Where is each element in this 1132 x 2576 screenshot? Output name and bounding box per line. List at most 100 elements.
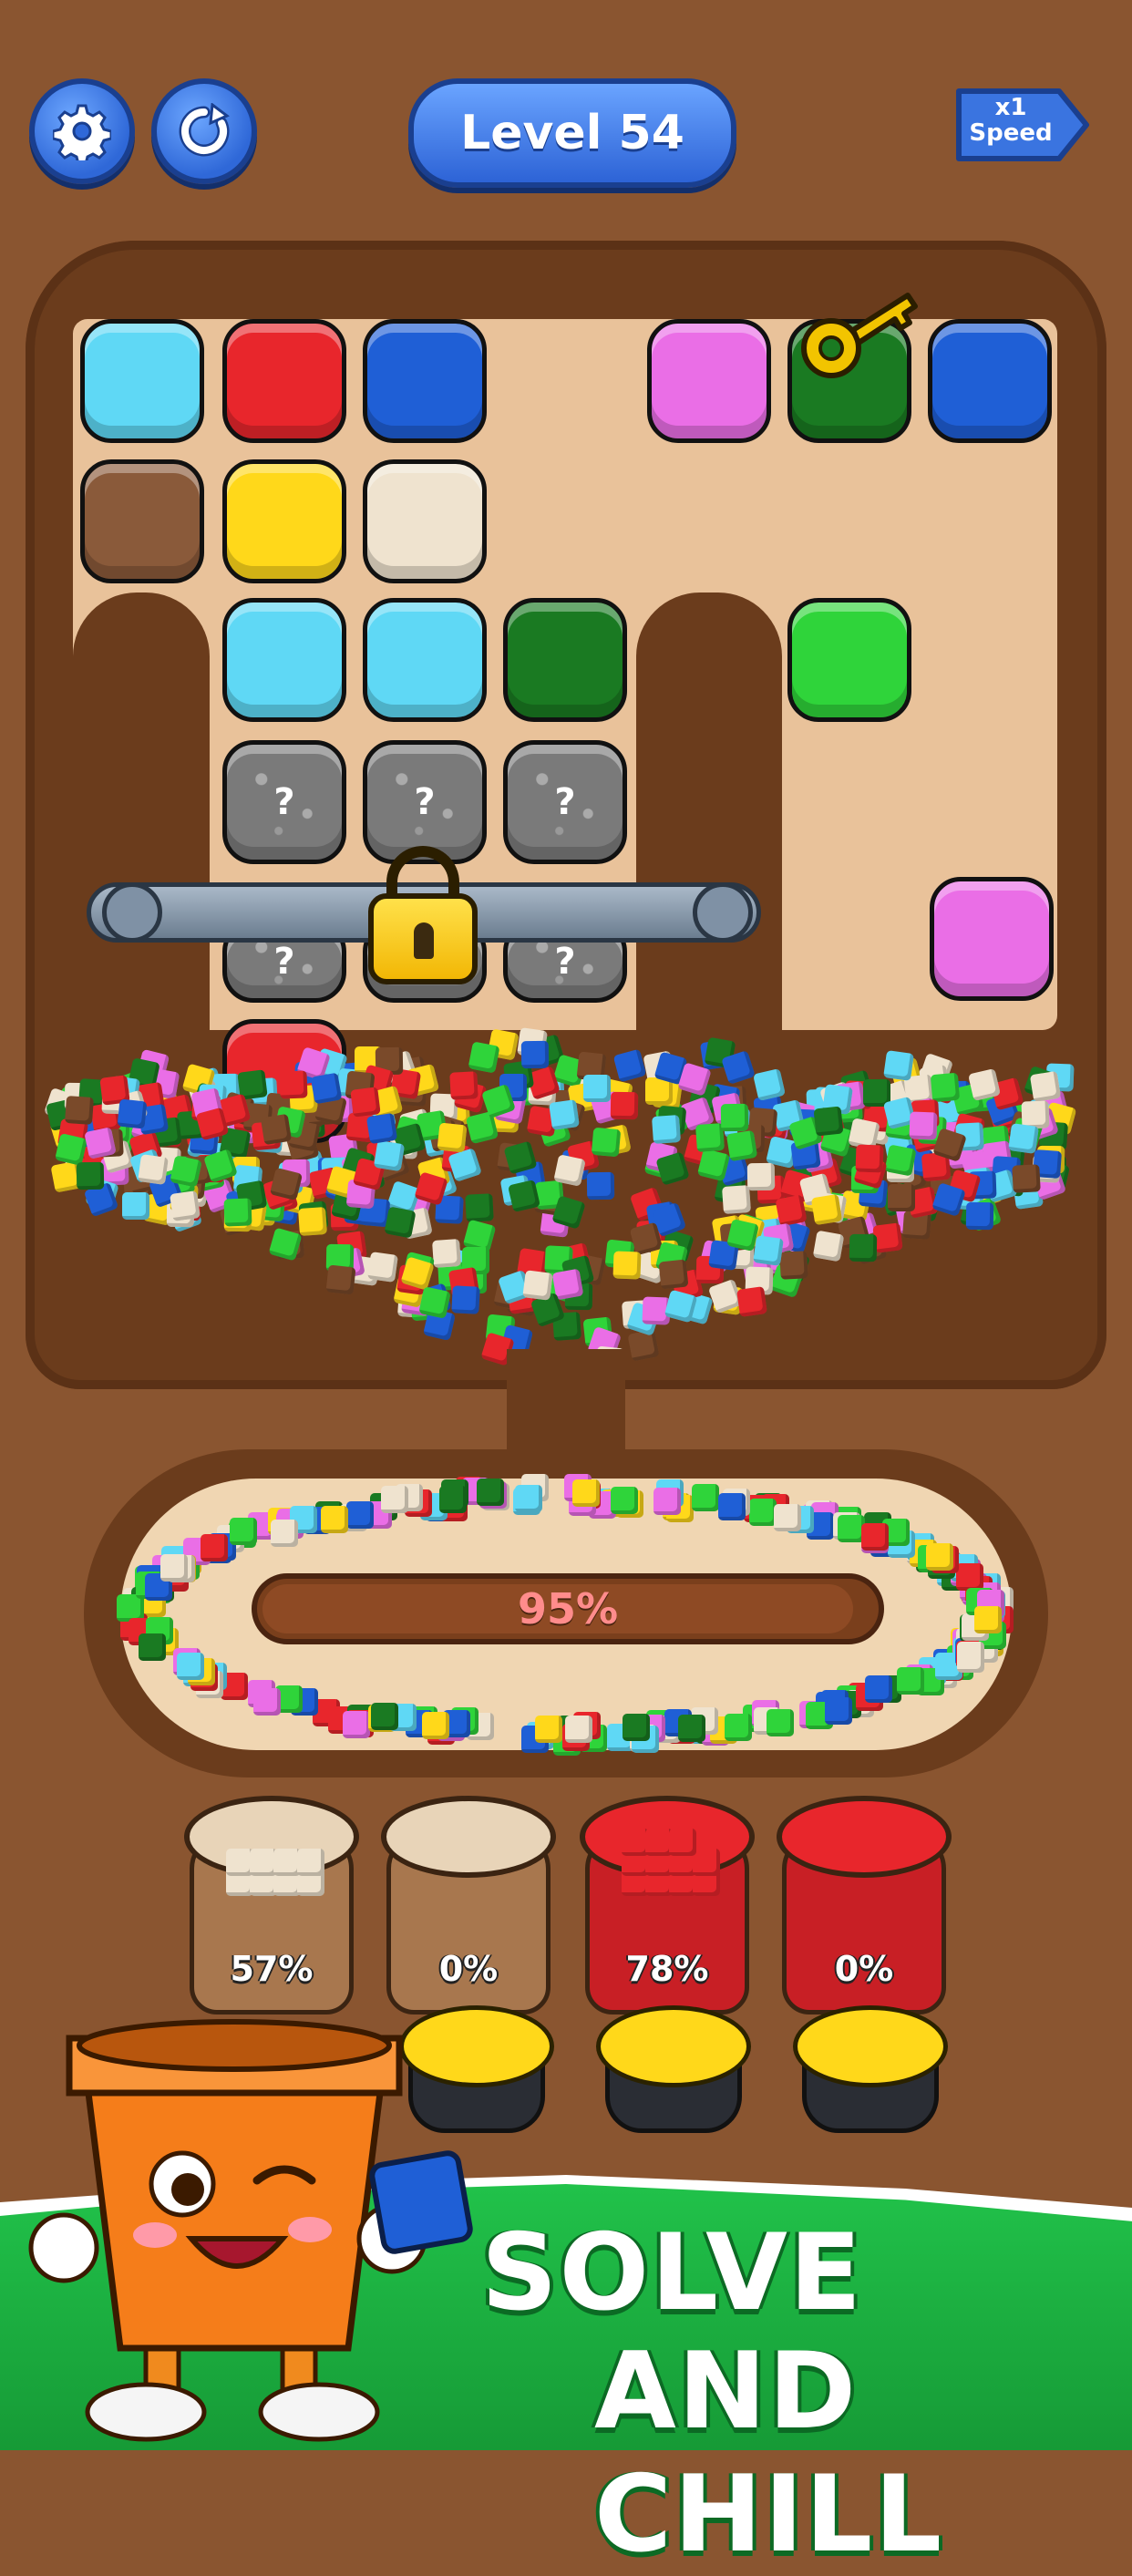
- cube: [468, 1040, 501, 1074]
- mystery-block[interactable]: ?: [503, 740, 627, 864]
- cube: [767, 1709, 795, 1737]
- cube: [651, 1114, 681, 1144]
- jar-rim: [777, 1796, 952, 1878]
- cube: [117, 1098, 148, 1129]
- cube: [1011, 1164, 1041, 1194]
- cube: [553, 1154, 586, 1187]
- cube: [229, 1517, 257, 1545]
- color-block[interactable]: [80, 459, 204, 583]
- color-block[interactable]: [80, 319, 204, 443]
- speed-button[interactable]: x1 Speed: [952, 84, 1094, 166]
- cube: [417, 1285, 451, 1319]
- cube: [658, 1259, 689, 1290]
- queued-cup: [793, 2005, 948, 2142]
- cube: [720, 1103, 748, 1132]
- cube: [450, 1285, 480, 1314]
- cube: [773, 1504, 801, 1532]
- jar-cube: [693, 1849, 720, 1876]
- cube: [371, 1703, 399, 1731]
- collection-jar[interactable]: 57%: [184, 1796, 359, 2014]
- cube: [855, 1144, 884, 1173]
- cube: [849, 1234, 878, 1262]
- color-block[interactable]: [363, 459, 487, 583]
- color-block[interactable]: [363, 319, 487, 443]
- cube: [752, 1068, 786, 1102]
- cube: [343, 1710, 371, 1738]
- cube: [571, 1479, 600, 1507]
- cube: [515, 1485, 543, 1513]
- cube: [967, 1067, 1001, 1101]
- cube: [612, 1251, 642, 1280]
- cube: [611, 1486, 639, 1514]
- color-block[interactable]: [222, 459, 346, 583]
- cube: [534, 1715, 562, 1743]
- color-block[interactable]: [222, 319, 346, 443]
- cube: [725, 1713, 753, 1741]
- cube: [431, 1239, 461, 1269]
- cube: [270, 1520, 298, 1548]
- cube: [522, 1270, 553, 1301]
- flower-pot-mascot: [28, 2019, 473, 2442]
- cube: [1008, 1123, 1040, 1155]
- color-block[interactable]: [503, 598, 627, 722]
- cube: [726, 1129, 758, 1162]
- gear-icon: [53, 104, 111, 160]
- cube: [612, 1048, 647, 1083]
- key-icon: [801, 293, 918, 378]
- collection-jar[interactable]: 0%: [777, 1796, 952, 2014]
- mystery-block[interactable]: ?: [222, 740, 346, 864]
- color-block[interactable]: [647, 319, 771, 443]
- cube: [448, 1071, 479, 1100]
- cube: [722, 1184, 752, 1214]
- cube: [864, 1675, 892, 1704]
- cube: [692, 1483, 720, 1511]
- cube: [592, 1127, 622, 1157]
- cube: [520, 1040, 549, 1068]
- cube: [367, 1251, 399, 1283]
- cube: [746, 1162, 776, 1191]
- cube: [974, 1605, 1003, 1633]
- cube: [825, 1697, 853, 1726]
- color-block[interactable]: [930, 877, 1054, 1001]
- jar-percent: 78%: [625, 1949, 709, 1989]
- cube: [279, 1070, 308, 1099]
- cube: [627, 1329, 660, 1362]
- collection-jar[interactable]: 78%: [580, 1796, 755, 2014]
- cube: [810, 1194, 843, 1226]
- cube: [883, 1049, 915, 1081]
- cube: [778, 1251, 808, 1280]
- color-block[interactable]: [222, 598, 346, 722]
- cube: [310, 1072, 343, 1105]
- queued-cup: [596, 2005, 751, 2142]
- cube: [365, 1112, 398, 1145]
- jar-percent: 0%: [438, 1949, 499, 1989]
- banner-line-2: AND CHILL: [594, 2330, 944, 2576]
- speed-label: Speed: [969, 119, 1053, 147]
- cube: [160, 1554, 188, 1582]
- restart-button[interactable]: [151, 78, 257, 184]
- jar-cube: [669, 1829, 696, 1856]
- cube: [775, 1193, 808, 1227]
- cube: [346, 1501, 375, 1530]
- cube: [956, 1644, 984, 1673]
- cube: [321, 1506, 348, 1534]
- settings-button[interactable]: [29, 78, 135, 184]
- cube: [678, 1715, 706, 1743]
- restart-icon: [179, 103, 230, 157]
- chain-end-right: [693, 882, 753, 943]
- cube: [477, 1478, 505, 1506]
- cube: [622, 1714, 650, 1742]
- cube: [812, 1230, 845, 1262]
- cube: [139, 1633, 167, 1662]
- cube: [437, 1122, 468, 1153]
- cube: [260, 1113, 293, 1145]
- level-label: Level 54: [460, 106, 684, 160]
- color-block[interactable]: [928, 319, 1052, 443]
- color-block[interactable]: [787, 598, 911, 722]
- cube: [909, 1111, 938, 1140]
- color-block[interactable]: [363, 598, 487, 722]
- cube: [350, 1086, 381, 1118]
- collection-jar[interactable]: 0%: [381, 1796, 556, 2014]
- jar-cube: [297, 1849, 324, 1876]
- level-indicator: Level 54: [408, 78, 736, 188]
